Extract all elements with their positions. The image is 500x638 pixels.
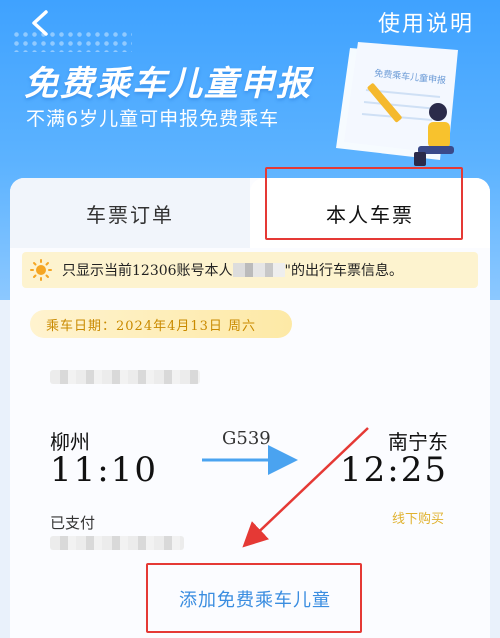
notice-text: 只显示当前12306账号本人 bbox=[62, 263, 233, 279]
masked-passenger-info bbox=[50, 370, 200, 384]
train-number: G539 bbox=[222, 428, 271, 449]
highlight-box-button bbox=[146, 563, 362, 633]
usage-guide-link[interactable]: 使用说明 bbox=[378, 6, 474, 38]
departure-time: 11:10 bbox=[50, 450, 158, 490]
page-subtitle: 不满6岁儿童可申报免费乘车 bbox=[26, 108, 280, 130]
info-notice: 只显示当前12306账号本人 "的出行车票信息。 bbox=[22, 252, 478, 288]
travel-date: 乘车日期：2024年4月13日 周六 bbox=[30, 310, 292, 338]
bulb-icon bbox=[30, 259, 52, 281]
highlight-box-tab bbox=[265, 167, 463, 240]
page-title: 免费乘车儿童申报 bbox=[24, 64, 312, 104]
back-icon[interactable] bbox=[26, 8, 56, 38]
masked-order-info bbox=[50, 536, 184, 550]
masked-username bbox=[232, 263, 285, 277]
notice-text-tail: "的出行车票信息。 bbox=[284, 263, 403, 279]
payment-status: 已支付 bbox=[50, 514, 96, 532]
arrival-time: 12:25 bbox=[340, 450, 448, 490]
purchase-channel: 线下购买 bbox=[391, 512, 444, 527]
tab-ticket-orders[interactable]: 车票订单 bbox=[10, 178, 250, 248]
illustration-document-person: 免费乘车儿童申报 bbox=[336, 42, 458, 166]
